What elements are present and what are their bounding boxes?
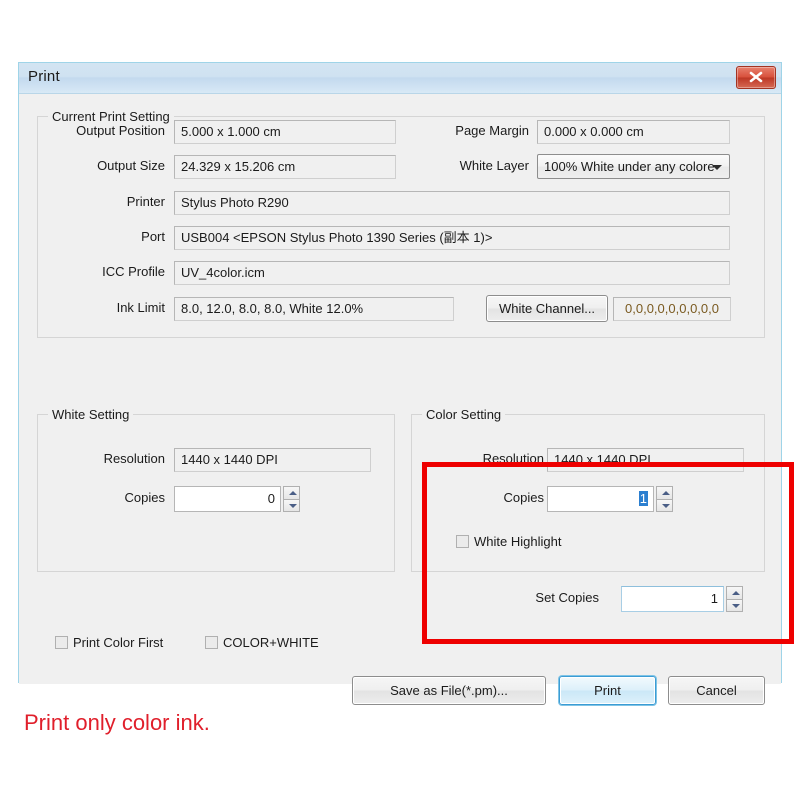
- caret-down-icon: [662, 504, 670, 508]
- label-ink-limit: Ink Limit: [55, 300, 165, 315]
- field-printer: Stylus Photo R290: [174, 191, 730, 215]
- combo-white-layer[interactable]: 100% White under any colore: [537, 154, 730, 179]
- label-port: Port: [55, 229, 165, 244]
- label-white-copies: Copies: [55, 490, 165, 505]
- group-legend-current-print-setting: Current Print Setting: [48, 109, 174, 124]
- caret-up-icon: [662, 491, 670, 495]
- combo-white-layer-value: 100% White under any colore: [544, 159, 715, 174]
- group-legend-white-setting: White Setting: [48, 407, 133, 422]
- checkbox-print-color-first-box[interactable]: [55, 636, 68, 649]
- field-port: USB004 <EPSON Stylus Photo 1390 Series (…: [174, 226, 730, 250]
- label-white-layer: White Layer: [409, 158, 529, 173]
- label-page-margin: Page Margin: [409, 123, 529, 138]
- field-page-margin: 0.000 x 0.000 cm: [537, 120, 730, 144]
- caret-up-icon: [289, 491, 297, 495]
- label-color-copies: Copies: [424, 490, 544, 505]
- field-white-resolution: 1440 x 1440 DPI: [174, 448, 371, 472]
- caret-down-icon: [732, 604, 740, 608]
- color-copies-value: 1: [639, 491, 648, 506]
- label-output-size: Output Size: [55, 158, 165, 173]
- color-copies-decrement-button[interactable]: [656, 499, 673, 512]
- white-copies-increment-button[interactable]: [283, 486, 300, 499]
- checkbox-print-color-first-label: Print Color First: [73, 635, 163, 650]
- save-as-file-button[interactable]: Save as File(*.pm)...: [352, 676, 546, 705]
- field-output-position: 5.000 x 1.000 cm: [174, 120, 396, 144]
- checkbox-color-white-label: COLOR+WHITE: [223, 635, 319, 650]
- label-output-position: Output Position: [55, 123, 165, 138]
- cancel-button[interactable]: Cancel: [668, 676, 765, 705]
- label-white-resolution: Resolution: [55, 451, 165, 466]
- checkbox-color-white-box[interactable]: [205, 636, 218, 649]
- field-ink-limit: 8.0, 12.0, 8.0, 8.0, White 12.0%: [174, 297, 454, 321]
- label-icc-profile: ICC Profile: [55, 264, 165, 279]
- group-legend-color-setting: Color Setting: [422, 407, 505, 422]
- color-copies-input[interactable]: 1: [547, 486, 654, 512]
- label-printer: Printer: [55, 194, 165, 209]
- label-color-resolution: Resolution: [424, 451, 544, 466]
- close-icon: [748, 70, 764, 84]
- white-copies-decrement-button[interactable]: [283, 499, 300, 512]
- white-channel-button[interactable]: White Channel...: [486, 295, 608, 322]
- checkbox-white-highlight-box[interactable]: [456, 535, 469, 548]
- print-button[interactable]: Print: [559, 676, 656, 705]
- title-bar: Print: [19, 63, 781, 94]
- dialog-body: Current Print Setting Output Position 5.…: [19, 94, 781, 684]
- set-copies-increment-button[interactable]: [726, 586, 743, 599]
- white-copies-input[interactable]: 0: [174, 486, 281, 512]
- chevron-down-icon: [712, 165, 722, 170]
- close-button[interactable]: [736, 66, 776, 89]
- field-output-size: 24.329 x 15.206 cm: [174, 155, 396, 179]
- white-copies-spin-buttons[interactable]: [283, 486, 300, 512]
- set-copies-input[interactable]: 1: [621, 586, 724, 612]
- field-icc-profile: UV_4color.icm: [174, 261, 730, 285]
- print-dialog: Print Current Print Setting Output Posit…: [18, 62, 782, 683]
- label-set-copies: Set Copies: [509, 590, 599, 605]
- caret-up-icon: [732, 591, 740, 595]
- window-title: Print: [28, 68, 60, 85]
- caret-down-icon: [289, 504, 297, 508]
- set-copies-decrement-button[interactable]: [726, 599, 743, 612]
- annotation-caption: Print only color ink.: [24, 710, 210, 736]
- color-copies-spin-buttons[interactable]: [656, 486, 673, 512]
- set-copies-spin-buttons[interactable]: [726, 586, 743, 612]
- field-color-resolution: 1440 x 1440 DPI: [547, 448, 744, 472]
- checkbox-white-highlight-label: White Highlight: [474, 534, 561, 549]
- color-copies-increment-button[interactable]: [656, 486, 673, 499]
- field-white-channel-values: 0,0,0,0,0,0,0,0,0: [613, 297, 731, 321]
